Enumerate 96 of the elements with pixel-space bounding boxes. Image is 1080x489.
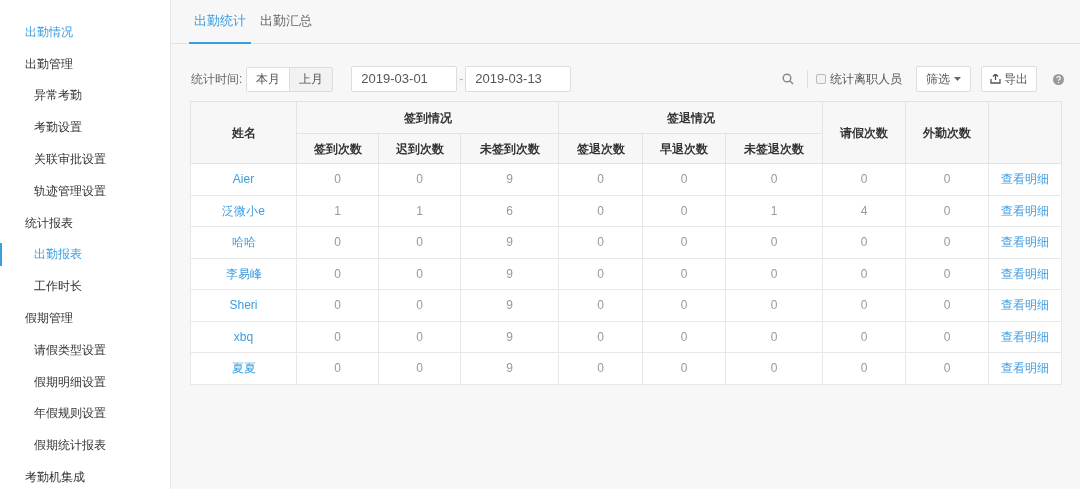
table-cell: 0 bbox=[642, 195, 726, 227]
sidebar-subitem[interactable]: 请假类型设置 bbox=[0, 340, 106, 359]
sidebar-subitem[interactable]: 工作时长 bbox=[0, 277, 82, 296]
table-cell: 0 bbox=[642, 289, 726, 321]
table-cell: 0 bbox=[378, 289, 461, 321]
table-cell: 1 bbox=[296, 195, 379, 227]
table-cell: 0 bbox=[905, 163, 989, 195]
sidebar-section[interactable]: 假期管理 bbox=[0, 309, 73, 328]
caret-icon bbox=[954, 77, 962, 81]
table-cell: 0 bbox=[905, 352, 989, 384]
table-cell: 0 bbox=[378, 352, 461, 384]
column-header: 未签退次数 bbox=[725, 133, 823, 164]
table-cell: 0 bbox=[905, 195, 989, 227]
column-group-header: 签到情况 bbox=[296, 101, 559, 134]
table-cell: 0 bbox=[822, 163, 906, 195]
table-cell: 0 bbox=[725, 352, 823, 384]
filter-button[interactable]: 筛选 bbox=[916, 66, 972, 92]
checkbox-label: 统计离职人员 bbox=[830, 71, 903, 88]
column-header: 请假次数 bbox=[822, 101, 906, 164]
table-cell: 0 bbox=[378, 163, 461, 195]
table-cell: 0 bbox=[296, 352, 379, 384]
export-icon bbox=[990, 74, 1002, 84]
table-cell: 0 bbox=[296, 163, 379, 195]
table-cell: 9 bbox=[460, 258, 559, 290]
table-cell: 0 bbox=[558, 321, 643, 353]
export-button[interactable]: 导出 bbox=[981, 66, 1038, 92]
date-field[interactable]: 2019-03-01 bbox=[351, 66, 458, 92]
column-header: 姓名 bbox=[190, 101, 297, 164]
table-cell: 0 bbox=[296, 258, 379, 290]
column-header: 早退次数 bbox=[642, 133, 726, 164]
column-group-header: 签退情况 bbox=[558, 101, 823, 134]
table-cell: 0 bbox=[296, 226, 379, 258]
table-cell: 0 bbox=[822, 289, 906, 321]
table-cell: 0 bbox=[725, 163, 823, 195]
table-cell: 0 bbox=[558, 195, 643, 227]
table-cell: 9 bbox=[460, 163, 559, 195]
table-cell: 0 bbox=[296, 289, 379, 321]
sidebar-subitem[interactable]: 关联审批设置 bbox=[0, 150, 106, 169]
help-icon[interactable] bbox=[1053, 73, 1065, 85]
table-cell: 0 bbox=[822, 258, 906, 290]
sidebar-subitem[interactable]: 轨迹管理设置 bbox=[0, 181, 106, 200]
table-cell: 0 bbox=[905, 321, 989, 353]
table-cell: 9 bbox=[460, 352, 559, 384]
table-cell: 0 bbox=[558, 289, 643, 321]
table-cell: 0 bbox=[558, 258, 643, 290]
table-cell: 0 bbox=[378, 258, 461, 290]
table-cell: 9 bbox=[460, 226, 559, 258]
period-label: 统计时间: bbox=[191, 71, 243, 88]
table-cell: 0 bbox=[558, 352, 643, 384]
table-cell: 0 bbox=[822, 226, 906, 258]
period-button[interactable]: 上月 bbox=[289, 67, 333, 91]
table-cell: 0 bbox=[725, 258, 823, 290]
checkbox[interactable] bbox=[816, 74, 827, 84]
column-header: 迟到次数 bbox=[378, 133, 461, 164]
table-cell: 0 bbox=[642, 226, 726, 258]
table-cell: 1 bbox=[725, 195, 823, 227]
table-cell: 0 bbox=[378, 226, 461, 258]
table-cell: 0 bbox=[822, 352, 906, 384]
active-indicator bbox=[0, 242, 2, 267]
table-cell: 0 bbox=[725, 289, 823, 321]
sidebar-subitem[interactable]: 假期明细设置 bbox=[0, 372, 106, 391]
table-cell: 0 bbox=[725, 226, 823, 258]
table-cell: 1 bbox=[378, 195, 461, 227]
sidebar-section[interactable]: 出勤管理 bbox=[0, 54, 73, 73]
table-cell: 0 bbox=[296, 321, 379, 353]
sidebar-subitem[interactable]: 考勤设置 bbox=[0, 118, 82, 137]
table-cell: 0 bbox=[642, 163, 726, 195]
sidebar-subitem[interactable]: 假期统计报表 bbox=[0, 436, 106, 455]
sidebar-subitem[interactable]: 年假规则设置 bbox=[0, 404, 106, 423]
table-cell: 0 bbox=[642, 258, 726, 290]
table-cell: 4 bbox=[822, 195, 906, 227]
table-cell: 0 bbox=[558, 226, 643, 258]
table-cell: 0 bbox=[558, 163, 643, 195]
table-cell: 0 bbox=[642, 321, 726, 353]
period-button[interactable]: 本月 bbox=[247, 67, 290, 91]
table-cell: 0 bbox=[725, 321, 823, 353]
table-cell: 0 bbox=[905, 226, 989, 258]
sidebar-subitem[interactable]: 异常考勤 bbox=[0, 86, 82, 105]
column-header: 外勤次数 bbox=[905, 101, 989, 164]
column-header: 签退次数 bbox=[558, 133, 643, 164]
table-cell: 0 bbox=[905, 289, 989, 321]
column-header: 签到次数 bbox=[296, 133, 379, 164]
table-cell: 9 bbox=[460, 321, 559, 353]
table-cell: 0 bbox=[905, 258, 989, 290]
date-separator: - bbox=[458, 71, 465, 88]
tab[interactable]: 出勤汇总 bbox=[255, 0, 317, 44]
table-cell: 0 bbox=[642, 352, 726, 384]
table-cell: 0 bbox=[822, 321, 906, 353]
table-cell: 9 bbox=[460, 289, 559, 321]
table-cell: 6 bbox=[460, 195, 559, 227]
sidebar-section[interactable]: 考勤机集成 bbox=[0, 468, 85, 487]
sidebar-section[interactable]: 统计报表 bbox=[0, 213, 73, 232]
table-cell: 0 bbox=[378, 321, 461, 353]
search-icon[interactable] bbox=[782, 73, 795, 85]
date-field[interactable]: 2019-03-13 bbox=[465, 66, 572, 92]
column-header: 未签到次数 bbox=[460, 133, 559, 164]
